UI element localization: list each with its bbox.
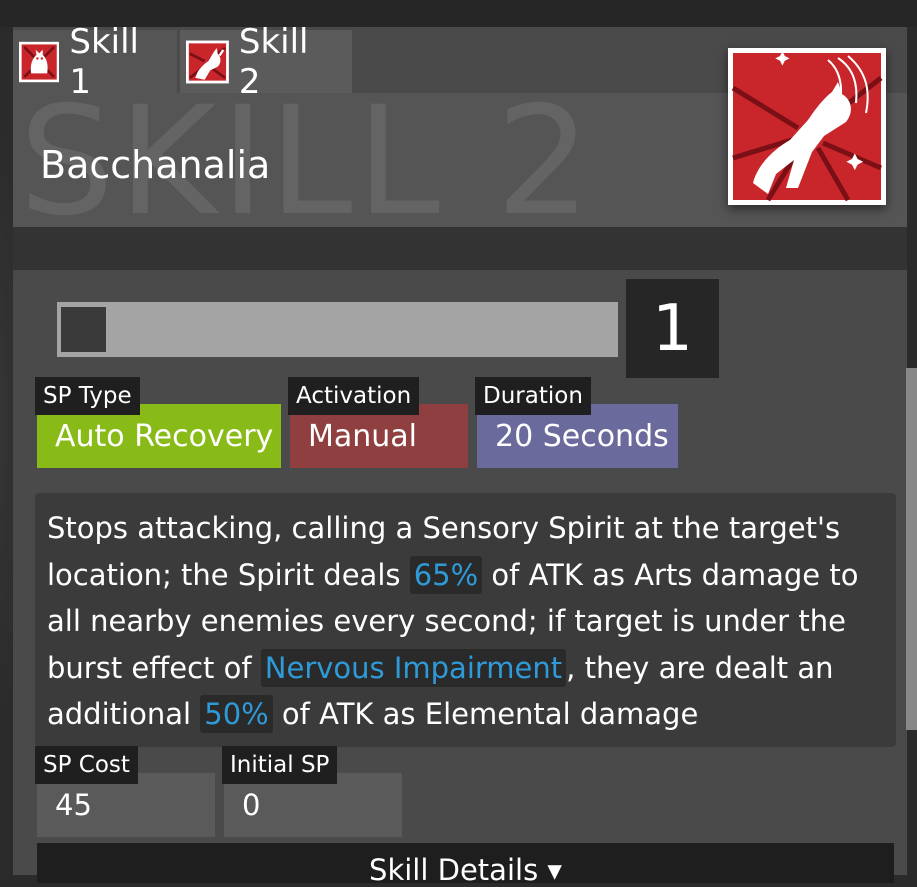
level-slider[interactable]	[57, 302, 618, 357]
tab-skill-1-label: Skill 1	[69, 21, 140, 102]
elemental-percent-value: 50%	[200, 695, 273, 733]
initial-sp-label: Initial SP	[222, 746, 338, 784]
tab-skill-2-label: Skill 2	[238, 21, 309, 102]
description-text: of ATK as Elemental damage	[272, 697, 699, 731]
level-indicator: 1	[626, 279, 719, 378]
sp-type-label: SP Type	[35, 377, 140, 415]
skill-tabs: Skill 1 Skill 2	[13, 22, 352, 102]
skill-details-label: Skill Details ▾	[369, 853, 562, 887]
cat-skill-icon	[19, 41, 60, 82]
skill-details-button[interactable]: Skill Details ▾	[37, 843, 894, 887]
level-slider-thumb[interactable]	[61, 307, 106, 352]
scrollbar[interactable]	[906, 368, 917, 730]
damage-percent-value: 65%	[409, 555, 483, 594]
sp-cost-label: SP Cost	[35, 746, 138, 784]
skill-name: Bacchanalia	[40, 143, 271, 187]
skill-description: Stops attacking, calling a Sensory Spiri…	[35, 493, 896, 747]
nervous-impairment-link[interactable]: Nervous Impairment	[260, 648, 567, 687]
duration-label: Duration	[475, 377, 591, 415]
tab-skill-2[interactable]: Skill 2	[180, 22, 352, 102]
cat-pounce-skill-icon	[186, 40, 229, 83]
tab-skill-1[interactable]: Skill 1	[13, 22, 177, 102]
skill-2-large-icon	[728, 48, 886, 205]
activation-label: Activation	[288, 377, 420, 415]
header-divider	[13, 227, 907, 270]
